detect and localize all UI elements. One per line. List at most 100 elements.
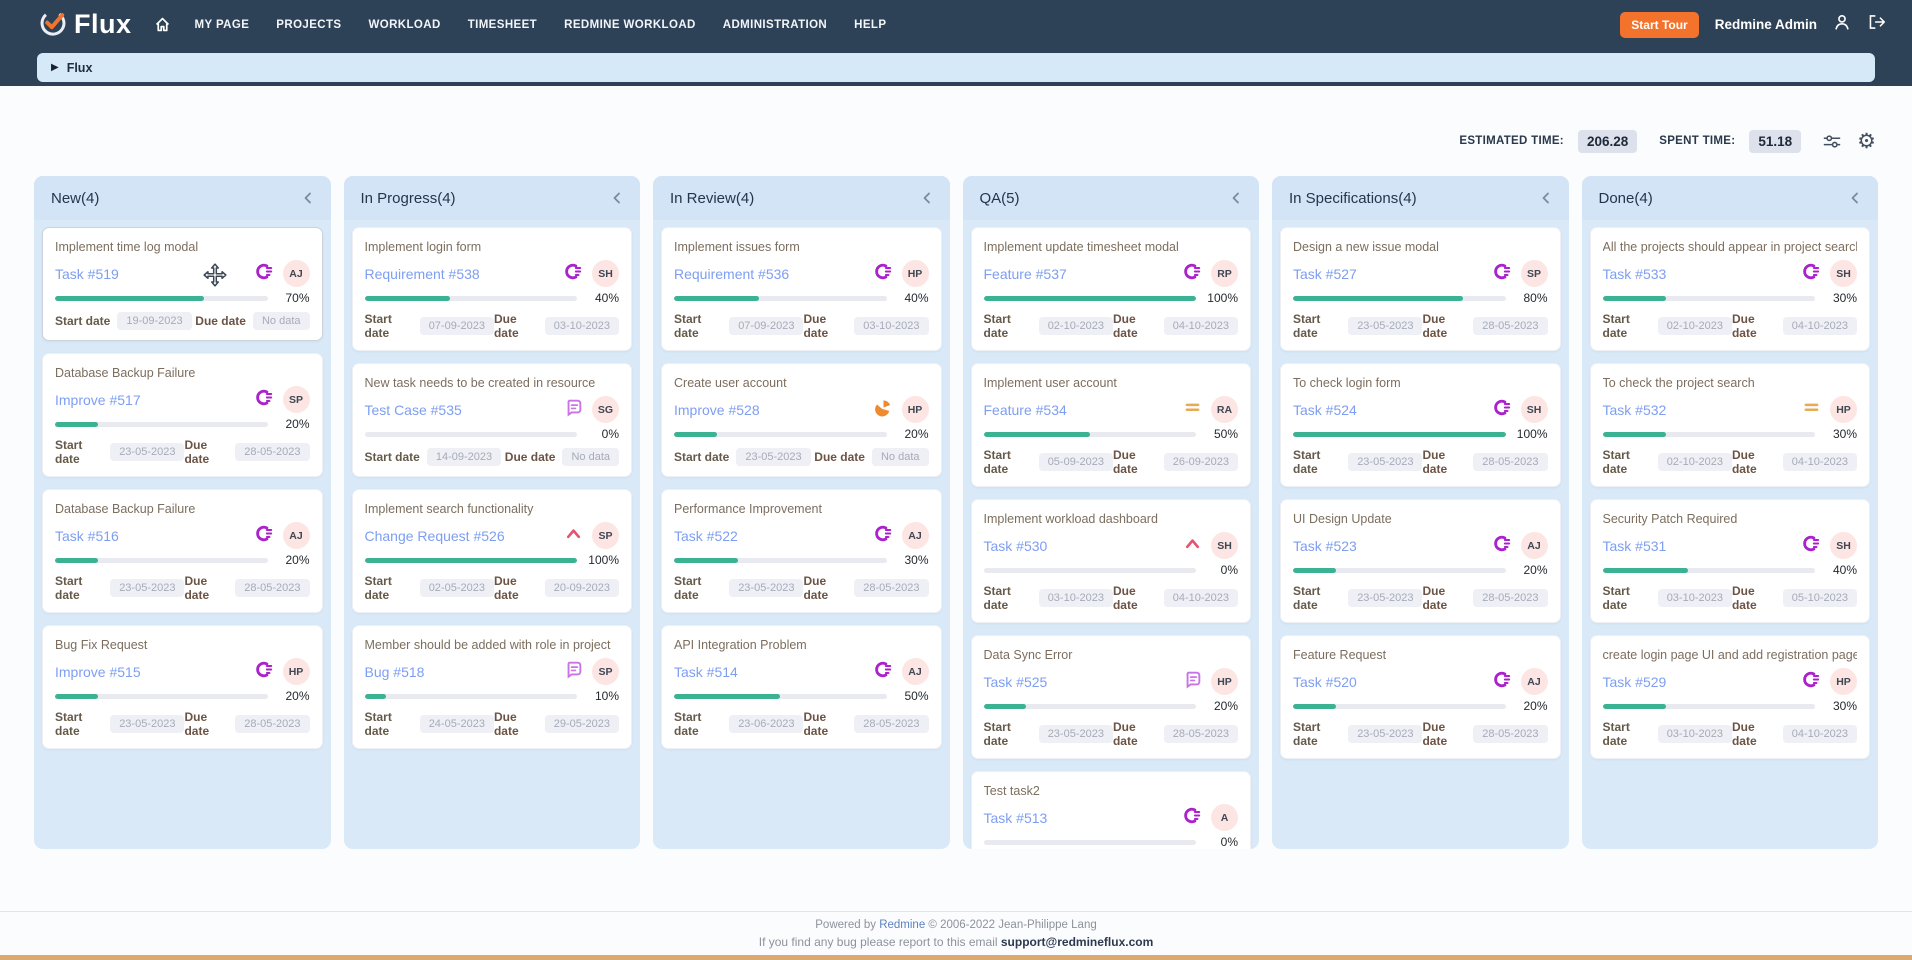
progress-bar[interactable] <box>365 296 578 301</box>
issue-card[interactable]: To check the project searchTask #532 HP3… <box>1590 363 1871 487</box>
start-date-value[interactable]: 23-05-2023 <box>1348 453 1422 471</box>
issue-link[interactable]: Task #524 <box>1293 402 1357 418</box>
issue-card[interactable]: Create user accountImprove #528 HP20%Sta… <box>661 363 942 477</box>
progress-bar[interactable] <box>984 840 1197 845</box>
column-collapse-icon[interactable] <box>1848 191 1862 205</box>
issue-card[interactable]: Implement issues formRequirement #536 HP… <box>661 227 942 351</box>
due-date-value[interactable]: 04-10-2023 <box>1783 725 1857 743</box>
nav-item-projects[interactable]: PROJECTS <box>276 19 341 31</box>
issue-link[interactable]: Task #527 <box>1293 266 1357 282</box>
progress-bar[interactable] <box>984 432 1197 437</box>
due-date-value[interactable]: 28-05-2023 <box>854 715 928 733</box>
issue-card[interactable]: Security Patch RequiredTask #531 SH40%St… <box>1590 499 1871 623</box>
due-date-value[interactable]: 28-05-2023 <box>1473 317 1547 335</box>
start-date-value[interactable]: 23-05-2023 <box>729 579 803 597</box>
issue-link[interactable]: Task #522 <box>674 528 738 544</box>
start-date-value[interactable]: 03-10-2023 <box>1658 589 1732 607</box>
issue-card[interactable]: create login page UI and add registratio… <box>1590 635 1871 759</box>
due-date-value[interactable]: 28-05-2023 <box>1473 725 1547 743</box>
assignee-avatar[interactable]: SH <box>1211 532 1238 559</box>
issue-link[interactable]: Task #516 <box>55 528 119 544</box>
due-date-value[interactable]: 03-10-2023 <box>854 317 928 335</box>
settings-gear-icon[interactable]: ⚙ <box>1857 131 1876 152</box>
assignee-avatar[interactable]: HP <box>283 658 310 685</box>
breadcrumb[interactable]: ▶ Flux <box>37 53 1875 82</box>
start-date-value[interactable]: 23-05-2023 <box>1348 725 1422 743</box>
start-date-value[interactable]: 07-09-2023 <box>420 317 494 335</box>
due-date-value[interactable]: 26-09-2023 <box>1164 453 1238 471</box>
progress-bar[interactable] <box>674 694 887 699</box>
nav-item-workload[interactable]: WORKLOAD <box>368 19 440 31</box>
due-date-value[interactable]: 20-09-2023 <box>545 579 619 597</box>
due-date-value[interactable]: No data <box>562 448 619 466</box>
issue-link[interactable]: Task #531 <box>1603 538 1667 554</box>
due-date-value[interactable]: 04-10-2023 <box>1783 317 1857 335</box>
assignee-avatar[interactable]: SH <box>1521 396 1548 423</box>
issue-card[interactable]: Design a new issue modalTask #527 SP80%S… <box>1280 227 1561 351</box>
start-tour-button[interactable]: Start Tour <box>1620 12 1698 38</box>
due-date-value[interactable]: 28-05-2023 <box>1473 453 1547 471</box>
issue-link[interactable]: Task #519 <box>55 266 119 282</box>
issue-card[interactable]: Database Backup FailureImprove #517 SP20… <box>42 353 323 477</box>
issue-card[interactable]: To check login formTask #524 SH100%Start… <box>1280 363 1561 487</box>
issue-link[interactable]: Feature #534 <box>984 402 1067 418</box>
issue-card[interactable]: UI Design UpdateTask #523 AJ20%Start dat… <box>1280 499 1561 623</box>
assignee-avatar[interactable]: AJ <box>283 522 310 549</box>
issue-card[interactable]: All the projects should appear in projec… <box>1590 227 1871 351</box>
issue-link[interactable]: Task #532 <box>1603 402 1667 418</box>
assignee-avatar[interactable]: HP <box>902 260 929 287</box>
assignee-avatar[interactable]: HP <box>1830 396 1857 423</box>
assignee-avatar[interactable]: RP <box>1211 260 1238 287</box>
assignee-avatar[interactable]: AJ <box>902 658 929 685</box>
start-date-value[interactable]: 14-09-2023 <box>427 448 501 466</box>
filter-sliders-icon[interactable] <box>1821 131 1843 151</box>
start-date-value[interactable]: 23-05-2023 <box>110 579 184 597</box>
start-date-value[interactable]: 03-10-2023 <box>1039 589 1113 607</box>
nav-item-administration[interactable]: ADMINISTRATION <box>723 19 827 31</box>
column-collapse-icon[interactable] <box>301 191 315 205</box>
progress-bar[interactable] <box>55 694 268 699</box>
start-date-value[interactable]: 23-06-2023 <box>729 715 803 733</box>
start-date-value[interactable]: 19-09-2023 <box>117 312 191 330</box>
due-date-value[interactable]: 04-10-2023 <box>1783 453 1857 471</box>
due-date-value[interactable]: 28-05-2023 <box>1473 589 1547 607</box>
due-date-value[interactable]: No data <box>872 448 929 466</box>
progress-bar[interactable] <box>1293 432 1506 437</box>
start-date-value[interactable]: 02-10-2023 <box>1039 317 1113 335</box>
flux-logo[interactable]: Flux <box>38 7 132 42</box>
due-date-value[interactable]: 28-05-2023 <box>235 579 309 597</box>
issue-card[interactable]: Feature RequestTask #520 AJ20%Start date… <box>1280 635 1561 759</box>
issue-link[interactable]: Test Case #535 <box>365 402 462 418</box>
issue-card[interactable]: API Integration ProblemTask #514 AJ50%St… <box>661 625 942 749</box>
assignee-avatar[interactable]: SP <box>592 658 619 685</box>
issue-link[interactable]: Task #529 <box>1603 674 1667 690</box>
issue-link[interactable]: Improve #515 <box>55 664 141 680</box>
issue-card[interactable]: Implement time log modalTask #519 AJ70%S… <box>42 227 323 341</box>
start-date-value[interactable]: 23-05-2023 <box>1348 317 1422 335</box>
issue-link[interactable]: Requirement #538 <box>365 266 480 282</box>
home-icon[interactable] <box>154 16 171 33</box>
progress-bar[interactable] <box>365 432 578 437</box>
issue-link[interactable]: Task #513 <box>984 810 1048 826</box>
assignee-avatar[interactable]: A <box>1211 804 1238 831</box>
progress-bar[interactable] <box>1603 568 1816 573</box>
due-date-value[interactable]: 04-10-2023 <box>1164 589 1238 607</box>
nav-item-redmine-workload[interactable]: REDMINE WORKLOAD <box>564 19 696 31</box>
start-date-value[interactable]: 23-05-2023 <box>736 448 810 466</box>
start-date-value[interactable]: 03-10-2023 <box>1658 725 1732 743</box>
issue-card[interactable]: Implement login formRequirement #538 SH4… <box>352 227 633 351</box>
progress-bar[interactable] <box>984 568 1197 573</box>
start-date-value[interactable]: 23-05-2023 <box>1039 725 1113 743</box>
support-email-link[interactable]: support@redmineflux.com <box>1001 935 1153 949</box>
issue-card[interactable]: Implement search functionalityChange Req… <box>352 489 633 613</box>
assignee-avatar[interactable]: HP <box>902 396 929 423</box>
due-date-value[interactable]: No data <box>253 312 310 330</box>
start-date-value[interactable]: 23-05-2023 <box>110 443 184 461</box>
issue-card[interactable]: New task needs to be created in resource… <box>352 363 633 477</box>
assignee-avatar[interactable]: AJ <box>283 260 310 287</box>
issue-link[interactable]: Improve #517 <box>55 392 141 408</box>
issue-card[interactable]: Implement update timesheet modalFeature … <box>971 227 1252 351</box>
assignee-avatar[interactable]: SP <box>592 522 619 549</box>
progress-bar[interactable] <box>1293 568 1506 573</box>
start-date-value[interactable]: 02-10-2023 <box>1658 317 1732 335</box>
